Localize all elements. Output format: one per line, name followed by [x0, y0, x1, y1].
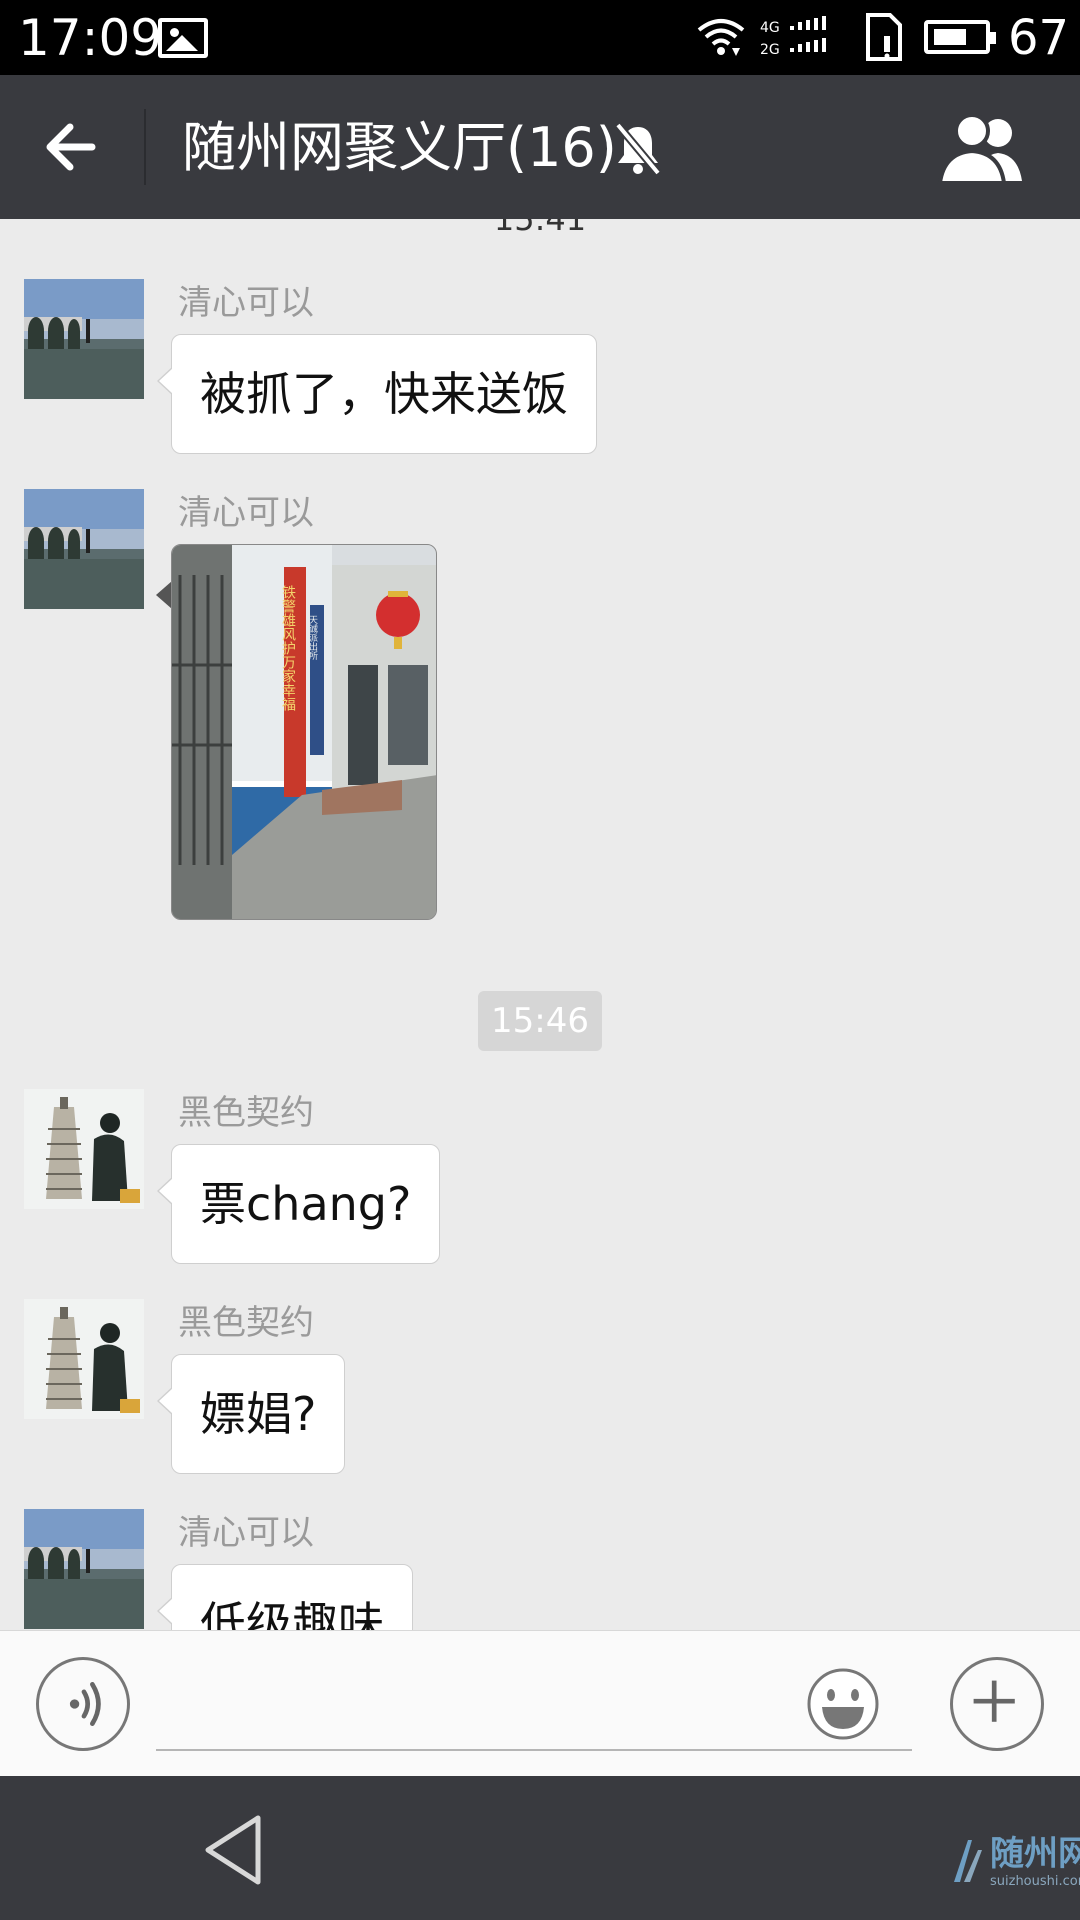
- watermark-logo-icon: [954, 1840, 982, 1882]
- image-notification-icon: [158, 18, 208, 58]
- back-arrow-icon[interactable]: [30, 105, 114, 189]
- battery-percent: 67: [1008, 10, 1070, 66]
- photo-bubble-tail: [156, 581, 172, 609]
- message-bubble[interactable]: 票chang?: [156, 1144, 441, 1264]
- group-members-icon[interactable]: [936, 111, 1026, 185]
- avatar[interactable]: [24, 489, 144, 609]
- sim-card-icon: [866, 13, 902, 61]
- sender-name: 黑色契约: [178, 1303, 314, 1343]
- avatar[interactable]: [24, 1299, 144, 1419]
- status-time: 17:09: [18, 9, 163, 67]
- watermark-url: suizhoushi.com: [990, 1874, 1080, 1889]
- time-divider: 15:46: [478, 991, 602, 1051]
- watermark-text: 随州网: [990, 1834, 1080, 1874]
- voice-icon: [69, 1682, 101, 1726]
- avatar[interactable]: [24, 1089, 144, 1209]
- battery-icon: [924, 20, 996, 54]
- chat-message-list[interactable]: 15:41 清心可以 被抓了，快来送饭 清心可以 铁警雄风护万家幸福 天诚派出所…: [0, 219, 1080, 1630]
- voice-input-button[interactable]: [36, 1657, 130, 1751]
- photo-message[interactable]: 铁警雄风护万家幸福 天诚派出所: [171, 544, 437, 920]
- chat-title: 随州网聚义厅(16): [182, 116, 617, 179]
- cut-off-timestamp: 15:41: [493, 219, 587, 238]
- emoji-icon[interactable]: [806, 1667, 880, 1741]
- avatar[interactable]: [24, 1509, 144, 1629]
- sender-name: 清心可以: [178, 1513, 314, 1553]
- message-bubble[interactable]: 低级趣味: [157, 1564, 413, 1630]
- chat-header: 随州网聚义厅(16): [0, 75, 1080, 219]
- wifi-icon: [697, 19, 745, 56]
- sender-name: 清心可以: [178, 493, 314, 533]
- message-input-bar: [0, 1630, 1080, 1776]
- message-bubble[interactable]: 被抓了，快来送饭: [157, 334, 597, 454]
- photo-banner-text: 铁警雄风护万家幸福: [280, 585, 296, 711]
- network-top-label: 4G: [760, 20, 780, 36]
- network-bottom-label: 2G: [760, 42, 780, 58]
- nav-back-triangle-icon[interactable]: [200, 1812, 264, 1888]
- avatar[interactable]: [24, 279, 144, 399]
- more-options-button[interactable]: [950, 1657, 1044, 1751]
- message-bubble[interactable]: 嫖娼?: [156, 1354, 346, 1474]
- plus-icon: [973, 1680, 1015, 1722]
- watermark: 随州网 suizhoushi.com: [950, 1834, 1080, 1914]
- message-text-field[interactable]: [156, 1661, 912, 1751]
- system-nav-bar: 随州网 suizhoushi.com: [0, 1776, 1080, 1920]
- sender-name: 黑色契约: [178, 1093, 314, 1133]
- status-bar: 17:09 4G 2G 67: [0, 0, 1080, 75]
- mute-bell-icon: [614, 122, 662, 176]
- sender-name: 清心可以: [178, 283, 314, 323]
- signal-icon: 4G 2G: [760, 16, 826, 58]
- header-divider: [144, 109, 146, 185]
- photo-plaque-text: 天诚派出所: [307, 615, 318, 661]
